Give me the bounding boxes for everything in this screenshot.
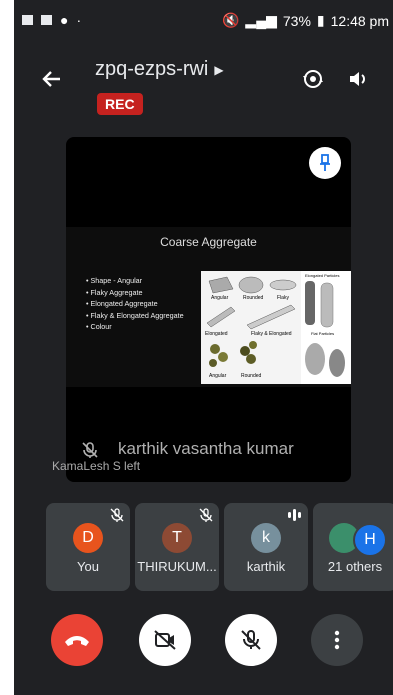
folder-icon <box>41 15 52 25</box>
pin-icon[interactable] <box>309 147 341 179</box>
slide-bullet: Shape - Angular <box>86 275 184 287</box>
participant-name: THIRUKUM... <box>137 559 217 574</box>
participant-name: You <box>77 559 99 574</box>
image-label: Flat Particles <box>311 331 334 336</box>
location-icon: ● <box>60 12 69 28</box>
participant-tile[interactable]: k karthik <box>224 503 308 591</box>
gallery-icon <box>22 15 33 25</box>
mic-off-icon <box>110 508 124 527</box>
participant-tile[interactable]: T THIRUKUM... <box>135 503 219 591</box>
image-label: Elongated Particles <box>305 273 339 278</box>
call-header: zpq-ezps-rwi ▶ REC <box>14 48 393 128</box>
mute-icon: 🔇 <box>221 12 240 28</box>
slide-bullet: Flaky Aggregate <box>86 287 184 299</box>
speaker-icon[interactable] <box>347 68 369 95</box>
battery-icon: ▮ <box>316 12 325 28</box>
toggle-mic-button[interactable] <box>225 614 277 666</box>
image-label: Flaky <box>277 295 289 301</box>
image-label: Elongated <box>205 331 228 337</box>
slide-bullets: Shape - Angular Flaky Aggregate Elongate… <box>86 275 184 333</box>
toggle-video-button[interactable] <box>139 614 191 666</box>
call-controls <box>14 610 393 670</box>
mic-off-icon <box>241 630 261 650</box>
flip-camera-icon[interactable] <box>302 68 324 95</box>
back-arrow-icon[interactable] <box>40 66 62 97</box>
participant-name: 21 others <box>327 559 383 574</box>
chevron-right-icon: ▶ <box>214 62 224 77</box>
video-off-icon <box>154 630 176 650</box>
status-bar: ● · 🔇 ▂▄▆ 73% ▮ 12:48 pm <box>14 0 393 40</box>
image-label: Angular <box>211 295 229 301</box>
speaking-indicator-icon <box>286 508 302 527</box>
end-call-button[interactable] <box>51 614 103 666</box>
participant-name: karthik <box>246 559 286 574</box>
presentation-tile[interactable]: Coarse Aggregate Shape - Angular Flaky A… <box>66 137 351 482</box>
signal-icon: ▂▄▆ <box>245 12 277 28</box>
clock: 12:48 pm <box>330 12 389 29</box>
meeting-id[interactable]: zpq-ezps-rwi ▶ <box>95 58 224 81</box>
image-label: Angular <box>209 373 227 379</box>
avatar: T <box>162 523 192 553</box>
dot-icon: · <box>76 12 82 28</box>
slide-bullet: Elongated Aggregate <box>86 298 184 310</box>
slide-title: Coarse Aggregate <box>160 235 257 249</box>
participant-left-toast: KamaLesh S left <box>52 459 141 473</box>
aggregate-shapes-image: Angular Rounded Flaky Elongated Flaky & … <box>201 271 351 384</box>
slide-bullet: Colour <box>86 321 184 333</box>
more-options-button[interactable] <box>311 614 363 666</box>
status-right: 🔇 ▂▄▆ 73% ▮ 12:48 pm <box>222 12 389 29</box>
avatar: k <box>251 523 281 553</box>
recording-badge: REC <box>97 93 143 115</box>
battery-percent: 73% <box>282 12 311 29</box>
image-label: Rounded <box>243 295 264 301</box>
shared-slide: Coarse Aggregate Shape - Angular Flaky A… <box>66 227 351 387</box>
end-call-icon <box>65 636 89 646</box>
mic-off-icon <box>199 508 213 527</box>
avatar: H <box>353 523 387 557</box>
participant-tile-you[interactable]: D You <box>46 503 130 591</box>
more-icon <box>334 630 340 650</box>
avatar: D <box>73 523 103 553</box>
status-notifications: ● · <box>22 12 81 28</box>
image-label: Rounded <box>241 373 262 379</box>
participant-strip: D You T THIRUKUM... k karthik H 21 other… <box>46 503 393 591</box>
image-label: Flaky & Elongated <box>251 331 292 337</box>
participant-tile-others[interactable]: H 21 others <box>313 503 393 591</box>
speaker-name: karthik vasantha kumar <box>118 439 294 458</box>
slide-bullet: Flaky & Elongated Aggregate <box>86 310 184 322</box>
meet-screen: ● · 🔇 ▂▄▆ 73% ▮ 12:48 pm zpq-ezps-rwi ▶ R… <box>14 0 393 695</box>
